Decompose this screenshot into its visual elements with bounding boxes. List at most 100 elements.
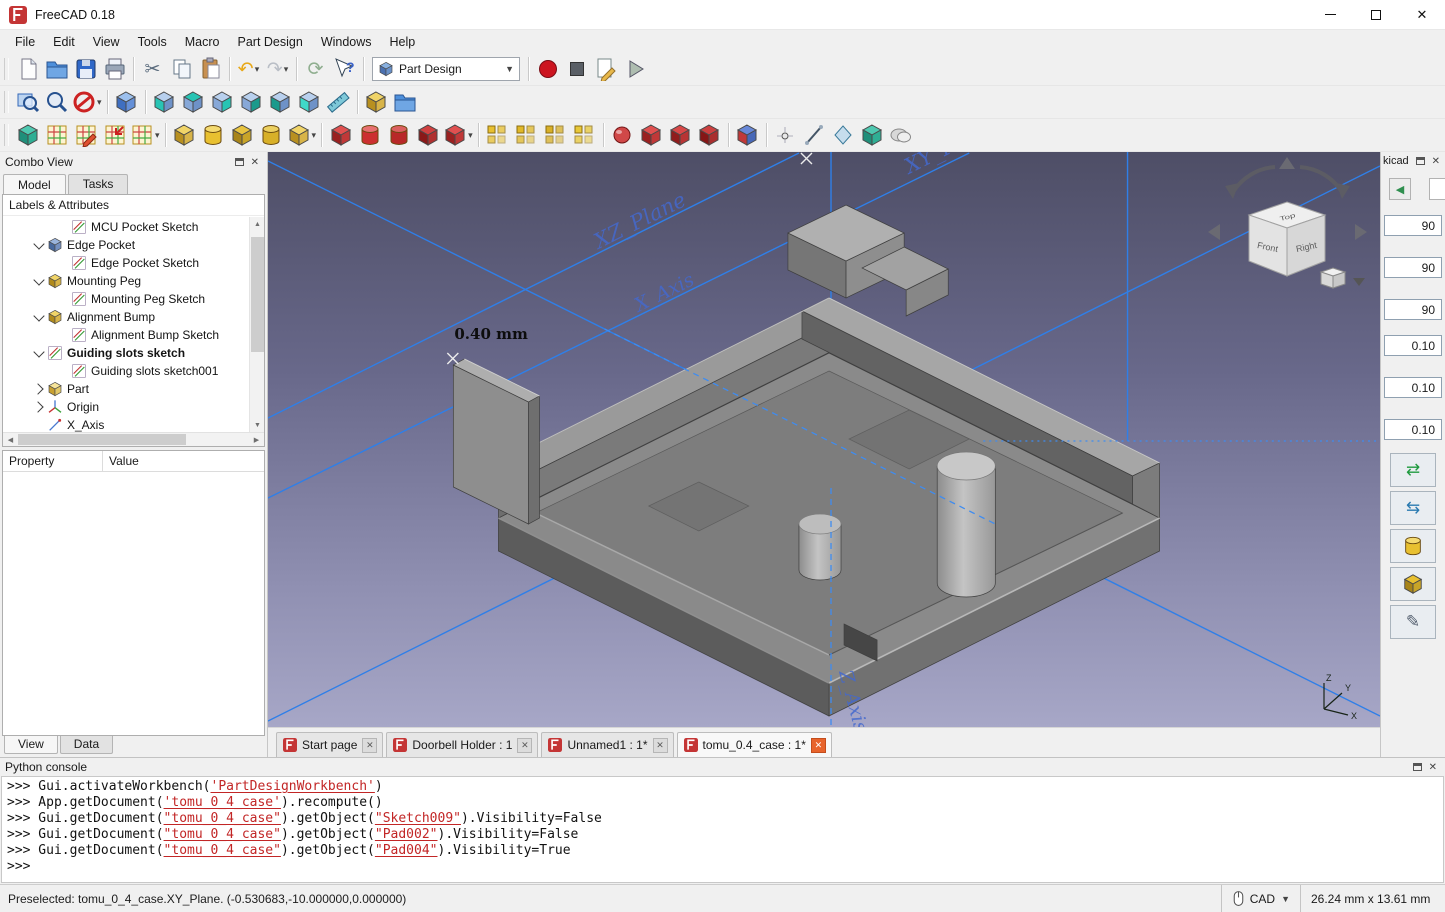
scroll-right-icon[interactable]: ▶ xyxy=(249,433,264,446)
pan-left-arrow-icon[interactable] xyxy=(1208,224,1220,240)
macro-edit-button[interactable] xyxy=(591,55,620,83)
groove-button[interactable] xyxy=(384,121,413,149)
add-cylinder-button[interactable] xyxy=(1390,529,1436,563)
view-fit-selection-button[interactable] xyxy=(42,88,71,116)
placement-x-field[interactable]: 0.10 xyxy=(1384,335,1442,356)
view-isometric-button[interactable] xyxy=(112,88,141,116)
menu-part-design[interactable]: Part Design xyxy=(229,32,312,52)
save-document-button[interactable] xyxy=(71,55,100,83)
scroll-down-icon[interactable]: ▼ xyxy=(250,418,265,432)
cut-button[interactable]: ✂ xyxy=(138,55,167,83)
boolean-operation-button[interactable] xyxy=(733,121,762,149)
3d-viewport[interactable]: XZ_Plane XY_Plane X_Axis Y_Axis xyxy=(268,152,1380,727)
redo-button[interactable]: ↷▾ xyxy=(263,55,292,83)
tree-item-guiding-slots-sketch001[interactable]: Guiding slots sketch001 xyxy=(3,362,248,380)
draw-style-button[interactable]: ▾ xyxy=(71,88,103,116)
paste-button[interactable] xyxy=(196,55,225,83)
shapebinder-button[interactable] xyxy=(858,121,887,149)
chevron-right-icon[interactable] xyxy=(31,399,47,415)
sketch-tools-dropdown-icon[interactable]: ▾ xyxy=(155,130,160,141)
tab-view[interactable]: View xyxy=(4,736,58,754)
redo-dropdown-icon[interactable]: ▾ xyxy=(284,64,289,75)
tree-item-edge-pocket[interactable]: Edge Pocket xyxy=(3,236,248,254)
undo-dropdown-icon[interactable]: ▾ xyxy=(255,64,260,75)
fillet-button[interactable] xyxy=(608,121,637,149)
datum-plane-button[interactable] xyxy=(829,121,858,149)
scrollbar-thumb[interactable] xyxy=(251,237,264,352)
tilt-up-arrow-icon[interactable] xyxy=(1279,157,1295,169)
additive-pipe-button[interactable] xyxy=(257,121,286,149)
pan-right-arrow-icon[interactable] xyxy=(1355,224,1367,240)
undo-button[interactable]: ↶▾ xyxy=(234,55,263,83)
close-button[interactable]: ✕ xyxy=(1399,0,1445,30)
menu-tools[interactable]: Tools xyxy=(129,32,176,52)
document-tab-tomu-0-4-case-1[interactable]: tomu_0.4_case : 1*✕ xyxy=(677,732,832,757)
whats-this-button[interactable]: ? xyxy=(330,55,359,83)
tree-item-alignment-bump[interactable]: Alignment Bump xyxy=(3,308,248,326)
chevron-down-icon[interactable] xyxy=(31,237,47,253)
chevron-down-icon[interactable] xyxy=(31,309,47,325)
rotate-left-arc-icon[interactable] xyxy=(1233,167,1275,192)
view-left-button[interactable] xyxy=(295,88,324,116)
tree-item-mounting-peg[interactable]: Mounting Peg xyxy=(3,272,248,290)
menu-help[interactable]: Help xyxy=(381,32,425,52)
placement-y-field[interactable]: 0.10 xyxy=(1384,377,1442,398)
rotation-x-field[interactable]: 90 xyxy=(1384,215,1442,236)
close-panel-icon[interactable]: ✕ xyxy=(251,157,259,168)
datum-line-button[interactable] xyxy=(800,121,829,149)
rotate-right-arrow-icon[interactable] xyxy=(1336,183,1350,199)
python-console-input[interactable]: >>> Gui.activateWorkbench('PartDesignWor… xyxy=(1,776,1444,883)
tree-item-mcu-pocket-sketch[interactable]: MCU Pocket Sketch xyxy=(3,218,248,236)
pocket-button[interactable] xyxy=(326,121,355,149)
additive-loft-button[interactable] xyxy=(228,121,257,149)
subtractive-loft-button[interactable] xyxy=(413,121,442,149)
menu-edit[interactable]: Edit xyxy=(44,32,84,52)
scrollbar-thumb[interactable] xyxy=(18,434,186,445)
close-tab-icon[interactable]: ✕ xyxy=(517,738,532,753)
tree-item-part[interactable]: Part xyxy=(3,380,248,398)
close-tab-icon[interactable]: ✕ xyxy=(362,738,377,753)
case-model[interactable] xyxy=(453,205,1159,716)
menu-view[interactable]: View xyxy=(84,32,129,52)
align-model-button[interactable]: ⇆ xyxy=(1390,491,1436,525)
multitransform-button[interactable] xyxy=(570,121,599,149)
create-sketch-button[interactable] xyxy=(42,121,71,149)
toolbar-grip[interactable] xyxy=(4,124,9,146)
hole-button[interactable] xyxy=(355,121,384,149)
workbench-selector[interactable]: Part Design▼ xyxy=(372,57,520,81)
toolbar-grip[interactable] xyxy=(4,58,9,80)
panel-blank-button[interactable] xyxy=(1429,178,1445,200)
copy-button[interactable] xyxy=(167,55,196,83)
close-panel-icon[interactable]: ✕ xyxy=(1429,762,1437,773)
tree-horizontal-scrollbar[interactable]: ◀ ▶ xyxy=(3,432,264,446)
tree-item-alignment-bump-sketch[interactable]: Alignment Bump Sketch xyxy=(3,326,248,344)
rotate-right-arc-icon[interactable] xyxy=(1300,167,1342,192)
minimize-button[interactable] xyxy=(1307,0,1353,30)
chevron-down-icon[interactable] xyxy=(31,273,47,289)
view-top-button[interactable] xyxy=(179,88,208,116)
tree-item-edge-pocket-sketch[interactable]: Edge Pocket Sketch xyxy=(3,254,248,272)
close-panel-icon[interactable]: ✕ xyxy=(1432,156,1440,167)
additive-primitive-dropdown-icon[interactable]: ▾ xyxy=(312,130,317,141)
rotation-y-field[interactable]: 90 xyxy=(1384,257,1442,278)
tree-item-origin[interactable]: Origin xyxy=(3,398,248,416)
document-tab-doorbell-holder-1[interactable]: Doorbell Holder : 1✕ xyxy=(386,732,538,757)
menu-file[interactable]: File xyxy=(6,32,44,52)
rotate-left-arrow-icon[interactable] xyxy=(1225,183,1239,199)
float-panel-icon[interactable] xyxy=(1413,763,1422,771)
tab-data[interactable]: Data xyxy=(60,736,113,754)
rotation-z-field[interactable]: 90 xyxy=(1384,299,1442,320)
clone-button[interactable] xyxy=(887,121,916,149)
scroll-up-icon[interactable]: ▲ xyxy=(250,217,265,231)
maximize-button[interactable] xyxy=(1353,0,1399,30)
datum-point-button[interactable] xyxy=(771,121,800,149)
nav-cube-menu-arrow-icon[interactable] xyxy=(1353,278,1365,286)
close-tab-icon[interactable]: ✕ xyxy=(811,738,826,753)
view-front-button[interactable] xyxy=(150,88,179,116)
map-sketch-button[interactable] xyxy=(100,121,129,149)
edit-object-button[interactable]: ✎ xyxy=(1390,605,1436,639)
print-document-button[interactable] xyxy=(100,55,129,83)
subtractive-primitive-button[interactable]: ▾ xyxy=(442,121,474,149)
chevron-down-icon[interactable] xyxy=(31,345,47,361)
pad-button[interactable] xyxy=(170,121,199,149)
